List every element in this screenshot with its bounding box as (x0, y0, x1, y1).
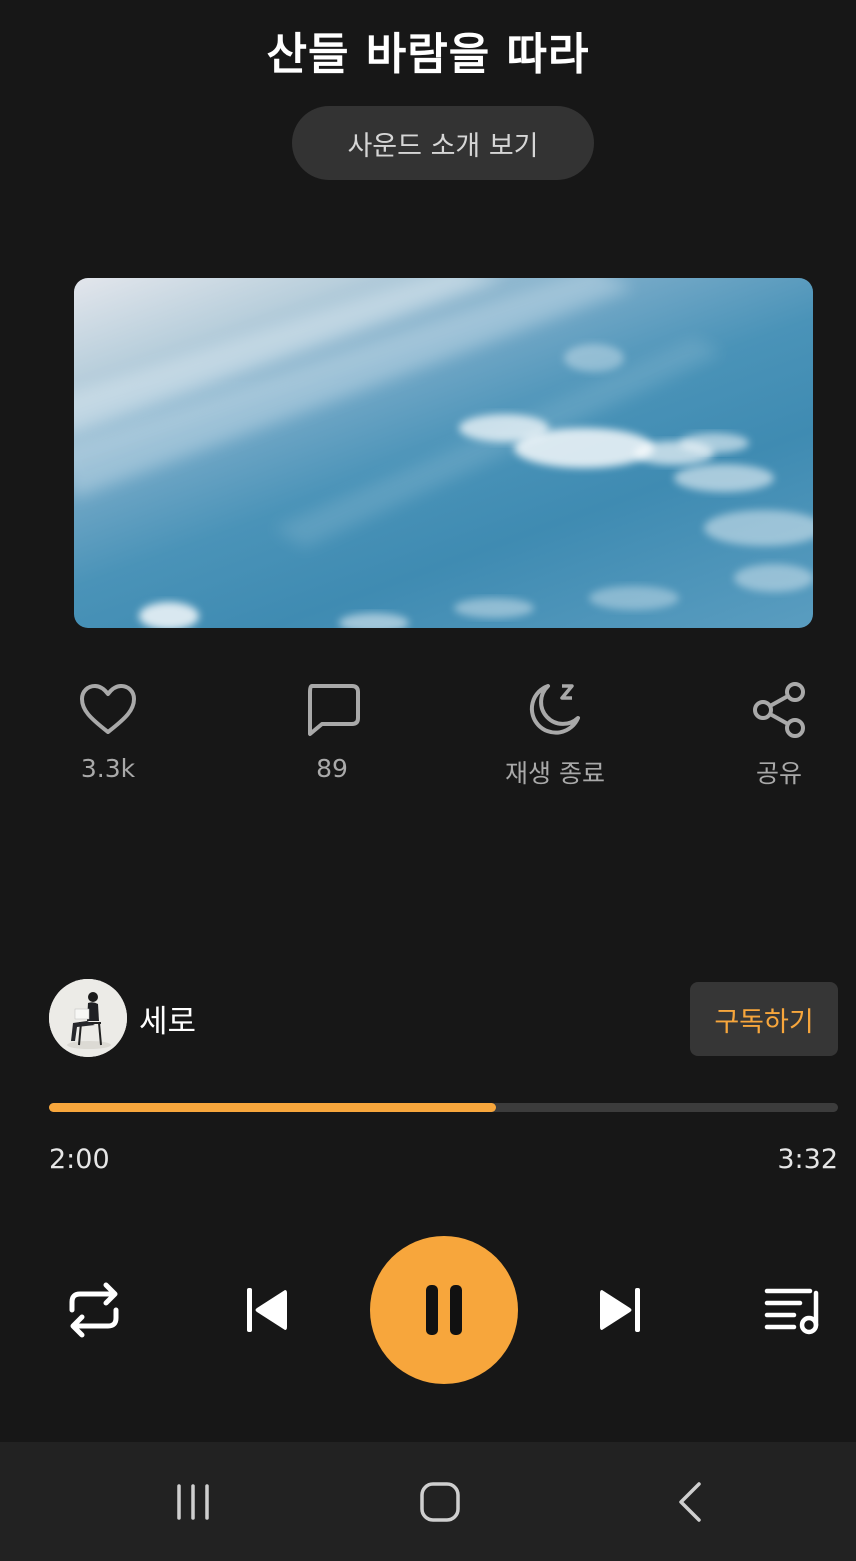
home-icon (420, 1481, 460, 1522)
repeat-icon (69, 1282, 119, 1338)
like-button[interactable]: 3.3k (23, 678, 193, 783)
subscribe-button[interactable]: 구독하기 (690, 982, 838, 1056)
next-button[interactable] (585, 1275, 657, 1345)
sleep-timer-button[interactable]: 재생 종료 (470, 678, 640, 790)
artist-name[interactable]: 세로 (139, 996, 196, 1041)
previous-icon (247, 1288, 287, 1332)
next-icon (600, 1288, 640, 1332)
comment-count: 89 (316, 754, 348, 783)
sound-intro-button[interactable]: 사운드 소개 보기 (292, 106, 594, 180)
artist-row[interactable]: 세로 (49, 979, 196, 1057)
heart-icon (23, 678, 193, 742)
share-label: 공유 (755, 759, 802, 788)
like-count: 3.3k (80, 754, 136, 783)
playlist-icon (764, 1288, 819, 1335)
sleep-timer-icon (470, 678, 640, 742)
cover-artwork (74, 278, 813, 628)
home-button[interactable] (400, 1442, 480, 1561)
share-button[interactable]: 공유 (694, 678, 856, 790)
repeat-button[interactable] (58, 1275, 130, 1345)
total-duration: 3:32 (777, 1144, 838, 1175)
comment-button[interactable]: 89 (247, 678, 417, 783)
back-icon (679, 1481, 701, 1522)
avatar[interactable] (49, 979, 127, 1057)
recent-apps-button[interactable] (153, 1442, 233, 1561)
elapsed-time: 2:00 (49, 1144, 110, 1175)
playlist-button[interactable] (757, 1275, 829, 1345)
track-title: 산들 바람을 따라 (266, 29, 590, 80)
pause-button[interactable] (370, 1236, 518, 1384)
system-nav-bar (0, 1442, 856, 1561)
recent-apps-icon (177, 1483, 209, 1520)
progress-bar[interactable] (49, 1103, 838, 1112)
action-row: 3.3k 89 재생 종료 공유 (0, 678, 856, 798)
previous-button[interactable] (230, 1275, 302, 1345)
sleep-timer-label: 재생 종료 (505, 759, 605, 788)
comment-icon (247, 678, 417, 742)
share-icon (694, 678, 856, 742)
progress-fill (49, 1103, 496, 1112)
pause-icon (426, 1285, 462, 1335)
back-button[interactable] (650, 1442, 730, 1561)
